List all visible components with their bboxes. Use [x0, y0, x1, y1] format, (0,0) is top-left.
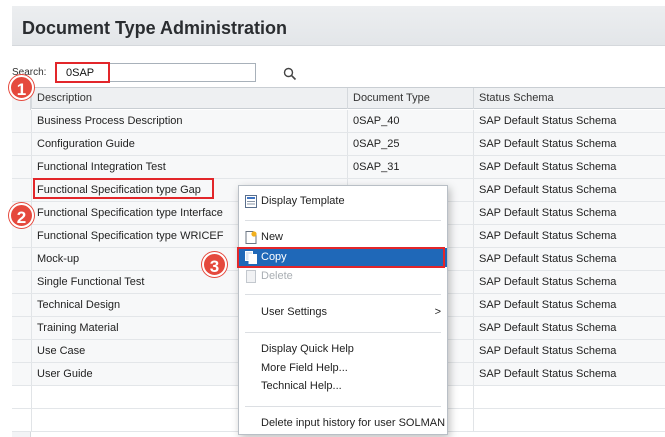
- step-badge-2: 2: [9, 203, 34, 228]
- cell-status-schema: SAP Default Status Schema: [473, 363, 665, 385]
- menu-label: Technical Help...: [261, 380, 342, 392]
- table-header: Description Document Type Status Schema: [12, 88, 665, 109]
- table-row[interactable]: Functional Integration Test 0SAP_31 SAP …: [12, 156, 665, 179]
- search-icon[interactable]: [283, 67, 297, 81]
- chevron-right-icon: >: [434, 306, 441, 318]
- menu-item-delete[interactable]: Delete: [239, 267, 447, 286]
- menu-item-technical-help[interactable]: Technical Help...: [239, 377, 447, 396]
- menu-item-quick-help[interactable]: Display Quick Help: [239, 340, 447, 359]
- new-document-icon: [245, 231, 257, 244]
- menu-item-display-template[interactable]: Display Template: [239, 192, 447, 211]
- cell-status-schema: SAP Default Status Schema: [473, 156, 665, 178]
- cell-document-type: 0SAP_25: [347, 133, 473, 155]
- menu-separator: [245, 406, 441, 407]
- menu-label: New: [261, 231, 284, 243]
- context-menu: Display Template New Copy Delete User Se…: [237, 185, 448, 435]
- cell-status-schema: SAP Default Status Schema: [473, 110, 665, 132]
- menu-item-delete-history[interactable]: Delete input history for user SOLMAN: [239, 414, 447, 433]
- menu-item-field-help[interactable]: More Field Help...: [239, 359, 447, 378]
- cell-document-type: 0SAP_31: [347, 156, 473, 178]
- page-header: Document Type Administration: [12, 6, 665, 46]
- cell-description: Configuration Guide: [31, 133, 347, 155]
- column-header-status-schema[interactable]: Status Schema: [473, 88, 665, 109]
- menu-label: Delete: [261, 270, 293, 282]
- cell-document-type: 0SAP_40: [347, 110, 473, 132]
- cell-status-schema: SAP Default Status Schema: [473, 133, 665, 155]
- delete-icon: [246, 270, 256, 283]
- search-annotation-box: [55, 62, 110, 83]
- step-badge-3: 3: [202, 252, 227, 277]
- menu-label: More Field Help...: [261, 362, 348, 374]
- menu-label: Delete input history for user SOLMAN: [261, 417, 446, 429]
- cell-description: Functional Integration Test: [31, 156, 347, 178]
- cell-status-schema: SAP Default Status Schema: [473, 294, 665, 316]
- column-header-document-type[interactable]: Document Type: [347, 88, 473, 109]
- cell-status-schema: SAP Default Status Schema: [473, 271, 665, 293]
- cell-status-schema: SAP Default Status Schema: [473, 225, 665, 247]
- menu-item-user-settings[interactable]: User Settings >: [239, 303, 447, 322]
- column-header-description[interactable]: Description: [31, 88, 347, 109]
- menu-separator: [245, 294, 441, 295]
- table-row[interactable]: Business Process Description 0SAP_40 SAP…: [12, 110, 665, 133]
- cell-description: Business Process Description: [31, 110, 347, 132]
- row-annotation-box: [33, 178, 214, 199]
- menu-label: User Settings: [261, 306, 328, 318]
- menu-label: Display Template: [261, 195, 345, 207]
- cell-status-schema: SAP Default Status Schema: [473, 179, 665, 201]
- cell-status-schema: SAP Default Status Schema: [473, 202, 665, 224]
- search-row: Search: 0SAP: [12, 62, 312, 83]
- cell-status-schema: SAP Default Status Schema: [473, 248, 665, 270]
- page-title: Document Type Administration: [22, 18, 288, 38]
- empty-cell: [473, 409, 665, 431]
- menu-item-new[interactable]: New: [239, 228, 447, 247]
- cell-status-schema: SAP Default Status Schema: [473, 317, 665, 339]
- template-icon: [245, 195, 257, 208]
- copy-annotation-box: [237, 247, 445, 268]
- table-row[interactable]: Configuration Guide 0SAP_25 SAP Default …: [12, 133, 665, 156]
- cell-status-schema: SAP Default Status Schema: [473, 340, 665, 362]
- step-badge-1: 1: [9, 75, 34, 100]
- menu-label: Display Quick Help: [261, 343, 354, 355]
- menu-separator: [245, 220, 441, 221]
- empty-cell: [473, 386, 665, 408]
- menu-separator: [245, 332, 441, 333]
